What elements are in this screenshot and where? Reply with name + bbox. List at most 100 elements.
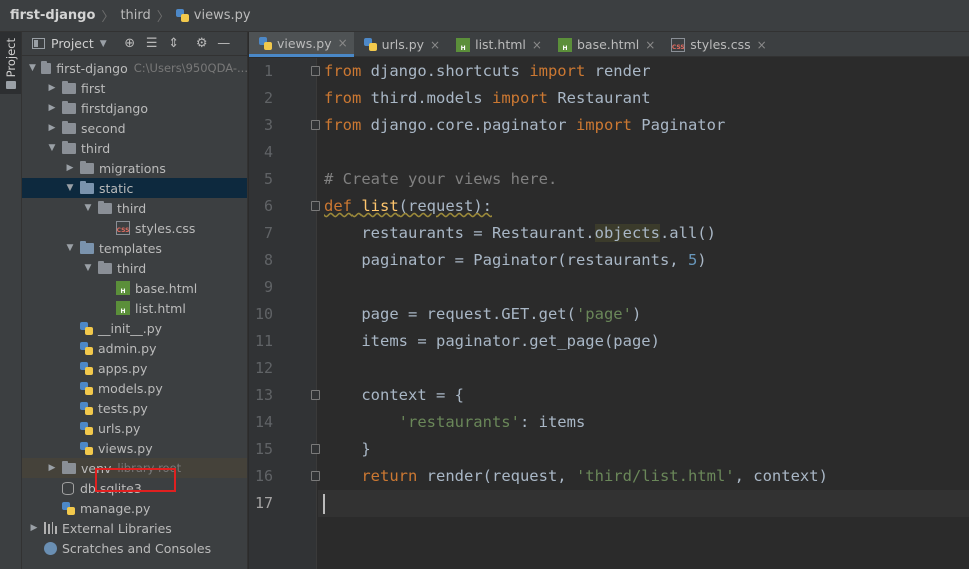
code-token: Paginator	[631, 116, 726, 134]
editor-tab-bar: views.py × urls.py × Hlist.html × Hbase.html × C…	[249, 32, 969, 57]
editor-tab[interactable]: Hlist.html ×	[446, 32, 548, 57]
editor-tab-label: views.py	[277, 35, 332, 51]
tree-item[interactable]: ▼ templates	[22, 238, 247, 258]
gear-icon[interactable]: ⚙	[191, 33, 213, 55]
chevron-down-icon[interactable]: ▼	[100, 39, 107, 49]
code-line: 'restaurants': items	[324, 409, 586, 436]
tree-item-label: admin.py	[98, 340, 157, 356]
chevron-right-icon[interactable]: ▶	[46, 123, 58, 133]
editor-tab[interactable]: urls.py ×	[354, 32, 446, 57]
tree-item[interactable]: ▶ firstdjango	[22, 98, 247, 118]
collapse-all-icon[interactable]: ☰	[141, 33, 163, 55]
tree-item[interactable]: ▼ first-django C:\Users\950QDA-...	[22, 58, 247, 78]
target-icon[interactable]: ⊕	[119, 33, 141, 55]
close-icon[interactable]: ×	[757, 38, 767, 52]
line-number: 14	[254, 413, 273, 431]
css-file-icon: CSS	[671, 37, 686, 52]
tree-item-label: urls.py	[98, 420, 141, 436]
tree-item-label: Scratches and Consoles	[62, 540, 212, 556]
line-number: 17	[254, 494, 273, 512]
code-token: django.core.paginator	[361, 116, 576, 134]
tree-item[interactable]: Hlist.html	[22, 298, 247, 318]
expand-icon[interactable]: ⇕	[163, 33, 185, 55]
breadcrumb-file[interactable]: views.py	[194, 8, 251, 23]
editor-tab[interactable]: views.py ×	[249, 32, 354, 57]
code-line: }	[324, 436, 371, 463]
code-token: Restaurant	[547, 89, 651, 107]
minimize-icon[interactable]: —	[213, 33, 235, 55]
code-token: from	[324, 116, 362, 134]
editor-tab-label: styles.css	[690, 37, 751, 52]
tree-item[interactable]: ▶ second	[22, 118, 247, 138]
tree-item[interactable]: CSS styles.css	[22, 218, 247, 238]
html-file-icon: H	[116, 281, 130, 295]
python-file-icon	[80, 361, 93, 375]
tree-item[interactable]: ▼ third	[22, 198, 247, 218]
tree-item[interactable]: apps.py	[22, 358, 247, 378]
code-token: import	[529, 62, 586, 80]
tree-item-label: third	[81, 140, 111, 156]
tree-item[interactable]: Hbase.html	[22, 278, 247, 298]
tree-item[interactable]: ▼ third	[22, 258, 247, 278]
tree-item-label: models.py	[98, 380, 163, 396]
tree-item[interactable]: ▼ static	[22, 178, 247, 198]
code-editor[interactable]: from django.shortcuts import render from …	[318, 58, 969, 569]
folder-icon	[62, 460, 76, 474]
line-number: 6	[263, 197, 273, 215]
chevron-down-icon[interactable]: ▼	[82, 203, 94, 213]
code-token: items = paginator.get_page(page)	[324, 332, 660, 350]
line-number: 1	[263, 62, 273, 80]
editor-tab-label: base.html	[576, 37, 640, 52]
tree-item[interactable]: models.py	[22, 378, 247, 398]
tree-item-label: styles.css	[135, 220, 196, 236]
code-token: render(request,	[417, 467, 576, 485]
tree-item[interactable]: ▶ migrations	[22, 158, 247, 178]
folder-icon	[98, 200, 112, 214]
tree-item-label: apps.py	[98, 360, 148, 376]
tree-item[interactable]: admin.py	[22, 338, 247, 358]
tree-item[interactable]: __init__.py	[22, 318, 247, 338]
folder-blue-icon	[80, 240, 94, 254]
close-icon[interactable]: ×	[645, 38, 655, 52]
chevron-down-icon[interactable]: ▼	[82, 263, 94, 273]
tree-item-label: External Libraries	[62, 520, 172, 536]
tree-item[interactable]: ▶ first	[22, 78, 247, 98]
project-panel-title[interactable]: Project	[51, 36, 94, 51]
tree-item[interactable]: urls.py	[22, 418, 247, 438]
tree-item[interactable]: views.py	[22, 438, 247, 458]
code-token: 'page'	[575, 305, 632, 323]
tree-item[interactable]: manage.py	[22, 498, 247, 518]
python-file-icon	[80, 421, 93, 435]
project-tool-tab[interactable]: Project	[0, 32, 21, 94]
chevron-right-icon[interactable]: ▶	[46, 83, 58, 93]
chevron-right-icon[interactable]: ▶	[46, 463, 58, 473]
code-token: render	[585, 62, 651, 80]
code-token: }	[324, 440, 371, 458]
editor-tab[interactable]: Hbase.html ×	[548, 32, 661, 57]
python-file-icon	[175, 9, 189, 22]
chevron-down-icon[interactable]: ▼	[64, 243, 76, 253]
chevron-right-icon[interactable]: ▶	[64, 163, 76, 173]
close-icon[interactable]: ×	[532, 38, 542, 52]
code-token: context = {	[324, 386, 464, 404]
chevron-right-icon[interactable]: ▶	[46, 103, 58, 113]
breadcrumb-folder[interactable]: third	[120, 8, 150, 23]
chevron-down-icon[interactable]: ▼	[28, 63, 37, 73]
tree-item[interactable]: Scratches and Consoles	[22, 538, 247, 558]
close-icon[interactable]: ×	[430, 38, 440, 52]
breadcrumb-project[interactable]: first-django	[10, 8, 95, 23]
chevron-down-icon[interactable]: ▼	[46, 143, 58, 153]
tree-item[interactable]: tests.py	[22, 398, 247, 418]
tree-item[interactable]: ▶ External Libraries	[22, 518, 247, 538]
close-icon[interactable]: ×	[338, 36, 348, 50]
tree-item-label: first-django	[56, 60, 128, 76]
chevron-right-icon[interactable]: ▶	[28, 523, 40, 533]
tree-item[interactable]: ▼ third	[22, 138, 247, 158]
chevron-down-icon[interactable]: ▼	[64, 183, 76, 193]
tree-item-label: manage.py	[80, 500, 151, 516]
editor-tab[interactable]: CSS styles.css ×	[661, 32, 772, 57]
folder-icon	[62, 120, 76, 134]
folder-icon	[62, 140, 76, 154]
code-line: restaurants = Restaurant.objects.all()	[324, 220, 716, 247]
